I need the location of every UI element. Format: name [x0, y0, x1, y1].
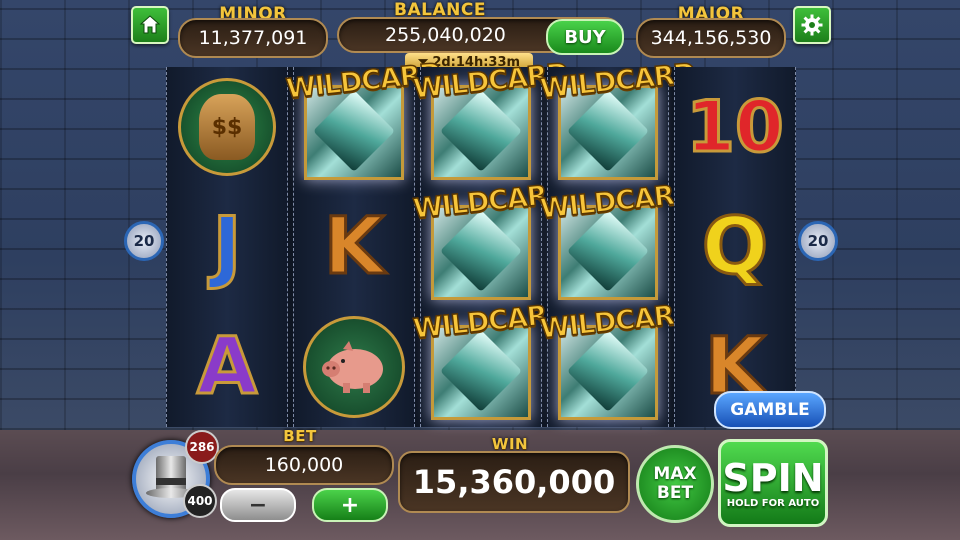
reel-1: $$ J A	[166, 67, 288, 427]
symbol-j: J	[211, 201, 243, 294]
symbol-wildcard: WILDCARD	[411, 57, 570, 187]
buy-button[interactable]: BUY	[546, 19, 624, 55]
spin-sublabel: HOLD FOR AUTO	[726, 497, 820, 509]
next-level-badge: 400	[183, 484, 217, 518]
bet-decrease-button[interactable]: −	[220, 488, 296, 522]
money-bag-icon: $$	[199, 94, 255, 160]
spin-label: SPIN	[722, 455, 824, 500]
reel-2: WILDCARD K	[284, 57, 443, 427]
bet-increase-button[interactable]: +	[312, 488, 388, 522]
symbol-a: A	[195, 321, 258, 414]
max-bet-label-bottom: BET	[656, 483, 694, 503]
gear-icon	[801, 14, 823, 36]
reel-5: 10 Q K	[674, 67, 796, 427]
spin-button[interactable]: SPIN HOLD FOR AUTO	[718, 439, 828, 527]
minor-jackpot-value: 11,377,091	[178, 18, 328, 58]
paylines-left-badge: 20	[124, 221, 164, 261]
symbol-wildcard: WILDCARD	[284, 57, 443, 187]
home-button[interactable]	[131, 6, 169, 44]
symbol-10: 10	[685, 85, 785, 170]
max-bet-button[interactable]: MAX BET	[636, 445, 714, 523]
major-jackpot-value: 344,156,530	[636, 18, 786, 58]
symbol-k: K	[322, 201, 385, 294]
symbol-money-bag: $$	[167, 67, 287, 187]
gamble-button[interactable]: GAMBLE	[714, 391, 826, 429]
bet-label: BET	[283, 427, 317, 445]
symbol-wildcard: WILDCARD	[538, 57, 697, 187]
symbol-wildcard: WILDCARD	[538, 177, 697, 307]
reel-4: WILDCARD WILDCARD WILDCARD	[538, 57, 697, 427]
balance-value: 255,040,020	[385, 24, 506, 46]
max-bet-label-top: MAX	[653, 464, 697, 484]
settings-button[interactable]	[793, 6, 831, 44]
symbol-wildcard: WILDCARD	[411, 177, 570, 307]
reel-3: WILDCARD WILDCARD WILDCARD	[411, 57, 570, 427]
paylines-right-badge: 20	[798, 221, 838, 261]
pig-icon	[322, 341, 383, 393]
symbol-wildcard: WILDCARD	[411, 297, 570, 427]
reel-area: $$ J A WILDCARD K WILDCARD WILDCARD WILD…	[166, 57, 796, 427]
home-icon	[139, 15, 161, 34]
symbol-q: Q	[700, 201, 769, 294]
bet-value: 160,000	[214, 445, 394, 485]
symbol-piggy-bank	[294, 307, 414, 427]
hat-band	[156, 478, 186, 485]
win-value: 15,360,000	[398, 451, 630, 513]
symbol-wildcard: WILDCARD	[538, 297, 697, 427]
